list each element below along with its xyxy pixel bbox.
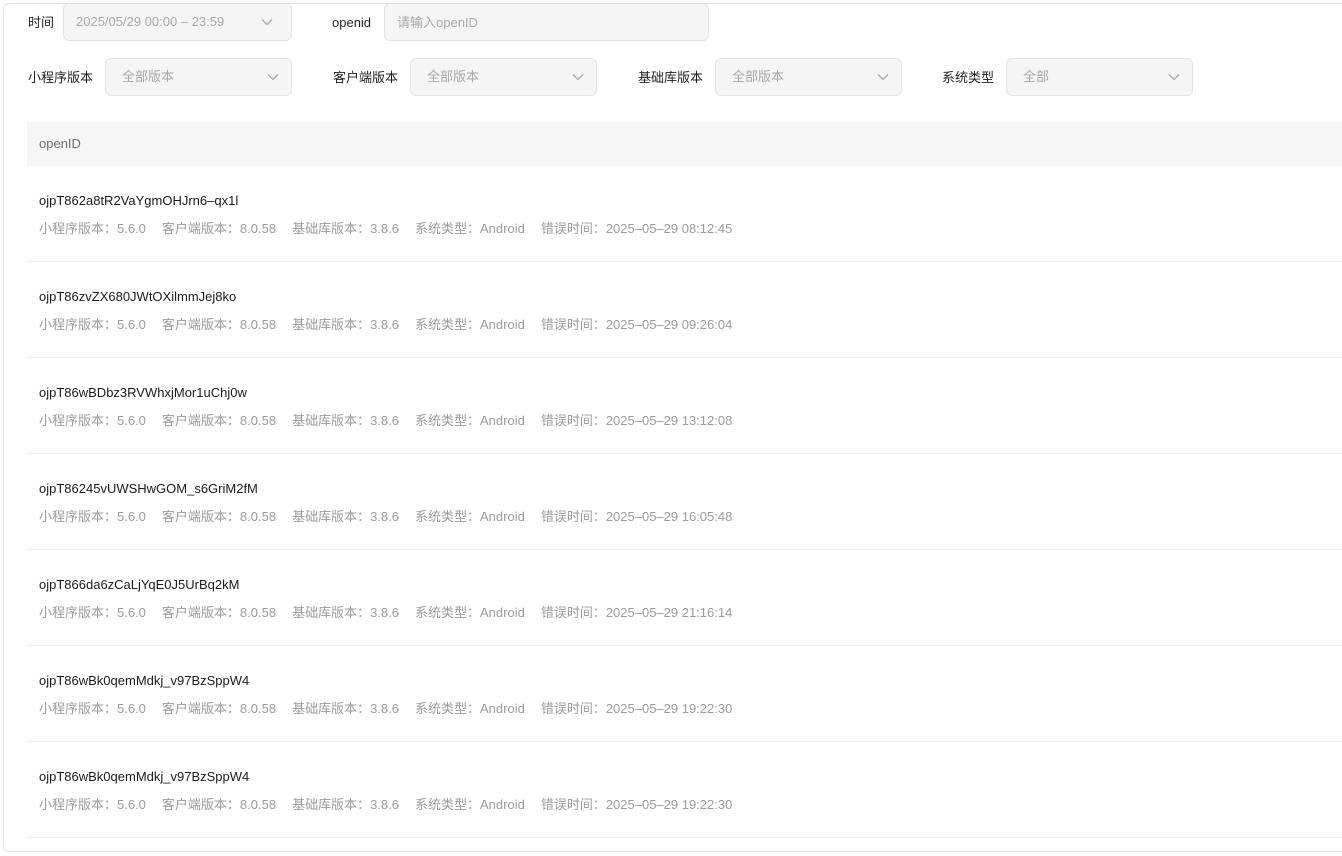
row-client-version: 客户端版本：8.0.58 (161, 317, 277, 332)
base-lib-version-value: 全部版本 (732, 69, 785, 84)
row-meta: 小程序版本：5.6.0 客户端版本：8.0.58 基础库版本：3.8.6 系统类型：A… (39, 221, 748, 237)
time-range-picker[interactable]: 2025/05/29 00:00 – 23:59 (63, 4, 292, 41)
row-os-type: 系统类型：Android (415, 221, 525, 236)
error-table: openID ojpT862a8tR2VaYgmOHJrn6–qx1l 小程序版… (27, 122, 1342, 838)
row-base-version: 基础库版本：3.8.6 (292, 509, 399, 524)
chevron-down-icon (572, 59, 584, 95)
chevron-down-icon (877, 59, 889, 95)
client-version-value: 全部版本 (427, 69, 480, 84)
row-meta: 小程序版本：5.6.0 客户端版本：8.0.58 基础库版本：3.8.6 系统类型：A… (39, 413, 748, 429)
row-openid: ojpT86wBk0qemMdkj_v97BzSppW4 (39, 673, 250, 688)
os-type-select[interactable]: 全部 (1006, 58, 1193, 96)
row-os-type: 系统类型：Android (415, 317, 525, 332)
row-meta: 小程序版本：5.6.0 客户端版本：8.0.58 基础库版本：3.8.6 系统类型：A… (39, 605, 748, 621)
chevron-down-icon (261, 4, 273, 40)
os-type-label: 系统类型 (942, 70, 995, 85)
chevron-down-icon (267, 59, 279, 95)
row-mp-version: 小程序版本：5.6.0 (39, 605, 146, 620)
filter-bar: 时间 2025/05/29 00:00 – 23:59 openid 小程序版本… (4, 4, 1342, 122)
row-client-version: 客户端版本：8.0.58 (161, 221, 277, 236)
row-client-version: 客户端版本：8.0.58 (161, 413, 277, 428)
chevron-down-icon (1168, 59, 1180, 95)
row-openid: ojpT86wBDbz3RVWhxjMor1uChj0w (39, 385, 247, 400)
row-mp-version: 小程序版本：5.6.0 (39, 797, 146, 812)
row-error-time: 错误时间：2025–05–29 08:12:45 (540, 221, 733, 236)
row-meta: 小程序版本：5.6.0 客户端版本：8.0.58 基础库版本：3.8.6 系统类型：A… (39, 797, 748, 813)
openid-input[interactable] (385, 4, 708, 40)
row-meta: 小程序版本：5.6.0 客户端版本：8.0.58 基础库版本：3.8.6 系统类型：A… (39, 317, 748, 333)
table-row[interactable]: ojpT86wBk0qemMdkj_v97BzSppW4 小程序版本：5.6.0… (27, 646, 1342, 742)
row-error-time: 错误时间：2025–05–29 09:26:04 (540, 317, 733, 332)
row-client-version: 客户端版本：8.0.58 (161, 605, 277, 620)
row-os-type: 系统类型：Android (415, 797, 525, 812)
row-openid: ojpT86wBk0qemMdkj_v97BzSppW4 (39, 769, 250, 784)
row-openid: ojpT86245vUWSHwGOM_s6GriM2fM (39, 481, 258, 496)
os-type-value: 全部 (1023, 69, 1050, 84)
row-base-version: 基础库版本：3.8.6 (292, 317, 399, 332)
row-mp-version: 小程序版本：5.6.0 (39, 413, 146, 428)
row-base-version: 基础库版本：3.8.6 (292, 605, 399, 620)
row-error-time: 错误时间：2025–05–29 21:16:14 (540, 605, 733, 620)
row-error-time: 错误时间：2025–05–29 16:05:48 (540, 509, 733, 524)
row-base-version: 基础库版本：3.8.6 (292, 797, 399, 812)
table-row[interactable]: ojpT86wBk0qemMdkj_v97BzSppW4 小程序版本：5.6.0… (27, 742, 1342, 838)
time-range-value: 2025/05/29 00:00 – 23:59 (76, 14, 225, 29)
client-version-select[interactable]: 全部版本 (410, 58, 597, 96)
row-openid: ojpT86zvZX680JWtOXilmmJej8ko (39, 289, 237, 304)
row-os-type: 系统类型：Android (415, 509, 525, 524)
row-os-type: 系统类型：Android (415, 605, 525, 620)
row-base-version: 基础库版本：3.8.6 (292, 701, 399, 716)
row-os-type: 系统类型：Android (415, 701, 525, 716)
row-meta: 小程序版本：5.6.0 客户端版本：8.0.58 基础库版本：3.8.6 系统类型：A… (39, 701, 748, 717)
row-client-version: 客户端版本：8.0.58 (161, 797, 277, 812)
table-row[interactable]: ojpT86245vUWSHwGOM_s6GriM2fM 小程序版本：5.6.0… (27, 454, 1342, 550)
row-mp-version: 小程序版本：5.6.0 (39, 221, 146, 236)
openid-search-field[interactable] (384, 4, 709, 41)
row-client-version: 客户端版本：8.0.58 (161, 701, 277, 716)
table-row[interactable]: ojpT862a8tR2VaYgmOHJrn6–qx1l 小程序版本：5.6.0… (27, 166, 1342, 262)
row-mp-version: 小程序版本：5.6.0 (39, 509, 146, 524)
row-error-time: 错误时间：2025–05–29 19:22:30 (540, 797, 733, 812)
row-meta: 小程序版本：5.6.0 客户端版本：8.0.58 基础库版本：3.8.6 系统类型：A… (39, 509, 748, 525)
miniprogram-version-select[interactable]: 全部版本 (105, 58, 292, 96)
row-openid: ojpT866da6zCaLjYqE0J5UrBq2kM (39, 577, 240, 592)
table-header-openid: openID (27, 122, 1342, 166)
error-list-panel: 时间 2025/05/29 00:00 – 23:59 openid 小程序版本… (3, 3, 1342, 852)
miniprogram-version-label: 小程序版本 (28, 70, 94, 85)
base-lib-version-label: 基础库版本 (638, 70, 704, 85)
row-base-version: 基础库版本：3.8.6 (292, 221, 399, 236)
openid-label: openid (332, 15, 372, 30)
table-row[interactable]: ojpT86wBDbz3RVWhxjMor1uChj0w 小程序版本：5.6.0… (27, 358, 1342, 454)
client-version-label: 客户端版本 (333, 70, 399, 85)
row-mp-version: 小程序版本：5.6.0 (39, 701, 146, 716)
row-base-version: 基础库版本：3.8.6 (292, 413, 399, 428)
base-lib-version-select[interactable]: 全部版本 (715, 58, 902, 96)
row-error-time: 错误时间：2025–05–29 13:12:08 (540, 413, 733, 428)
row-client-version: 客户端版本：8.0.58 (161, 509, 277, 524)
table-row[interactable]: ojpT86zvZX680JWtOXilmmJej8ko 小程序版本：5.6.0… (27, 262, 1342, 358)
table-row[interactable]: ojpT866da6zCaLjYqE0J5UrBq2kM 小程序版本：5.6.0… (27, 550, 1342, 646)
time-label: 时间 (28, 15, 55, 30)
row-os-type: 系统类型：Android (415, 413, 525, 428)
row-mp-version: 小程序版本：5.6.0 (39, 317, 146, 332)
miniprogram-version-value: 全部版本 (122, 69, 175, 84)
row-error-time: 错误时间：2025–05–29 19:22:30 (540, 701, 733, 716)
row-openid: ojpT862a8tR2VaYgmOHJrn6–qx1l (39, 193, 239, 208)
